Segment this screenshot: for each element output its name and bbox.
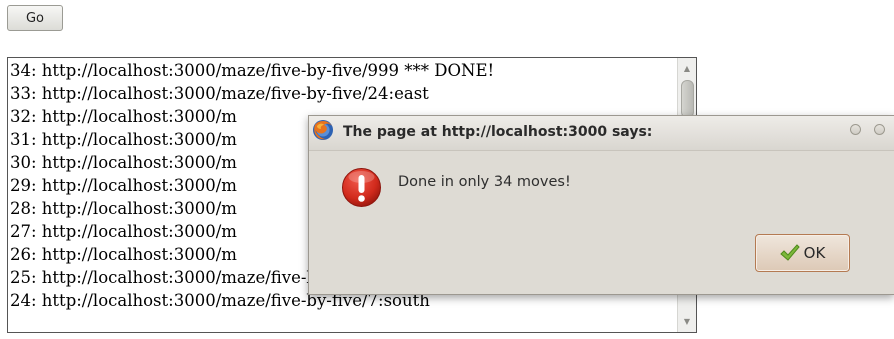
firefox-icon <box>313 120 333 140</box>
minimize-icon[interactable] <box>850 124 861 135</box>
log-line: 34: http://localhost:3000/maze/five-by-f… <box>10 61 495 80</box>
exclamation-icon <box>342 168 381 207</box>
close-icon[interactable] <box>874 124 885 135</box>
dialog-title: The page at http://localhost:3000 says: <box>343 124 653 140</box>
scroll-down-arrow-icon[interactable]: ▼ <box>678 313 696 330</box>
dialog-titlebar[interactable]: The page at http://localhost:3000 says: <box>309 116 894 151</box>
alert-dialog: The page at http://localhost:3000 says: … <box>308 115 894 295</box>
ok-button-label: OK <box>803 244 826 262</box>
ok-button[interactable]: OK <box>755 234 850 272</box>
scroll-up-arrow-icon[interactable]: ▲ <box>678 60 696 77</box>
go-button[interactable]: Go <box>7 5 63 31</box>
dialog-message: Done in only 34 moves! <box>398 174 571 190</box>
scroll-thumb[interactable] <box>681 80 694 118</box>
log-line: 33: http://localhost:3000/maze/five-by-f… <box>10 84 429 103</box>
check-icon <box>779 244 800 261</box>
page: Go 34: http://localhost:3000/maze/five-b… <box>0 0 894 339</box>
